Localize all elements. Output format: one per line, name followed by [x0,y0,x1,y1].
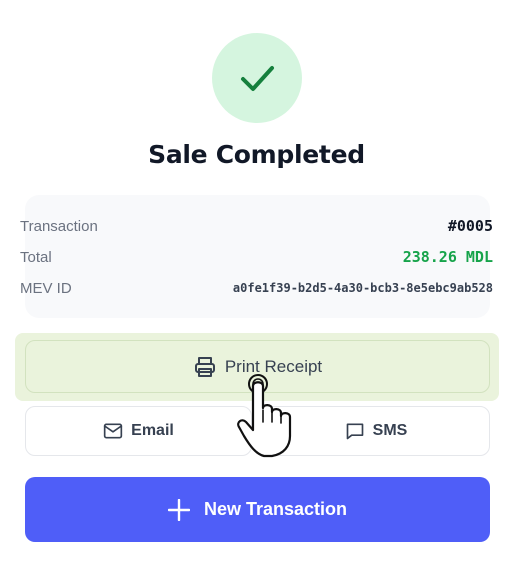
success-badge [212,33,302,123]
printer-icon [193,355,217,379]
transaction-row: Transaction #0005 [20,215,493,237]
new-transaction-button[interactable]: New Transaction [25,477,490,542]
plus-icon [167,498,190,521]
mev-id-row: MEV ID a0fe1f39-b2d5-4a30-bcb3-8e5ebc9ab… [20,277,493,299]
sms-label: SMS [372,422,408,439]
total-label: Total [20,248,52,266]
transaction-label: Transaction [20,217,98,235]
total-row: Total 238.26 MDL [20,246,493,268]
hand-pointer-cursor-icon [236,374,298,460]
mail-icon [103,421,123,441]
transaction-number: #0005 [447,217,493,235]
email-button[interactable]: Email [25,406,252,456]
email-label: Email [131,422,174,439]
total-amount: 238.26 MDL [402,248,493,266]
page-title: Sale Completed [148,140,365,169]
mev-id-value: a0fe1f39-b2d5-4a30-bcb3-8e5ebc9ab528 [232,281,493,295]
new-transaction-label: New Transaction [203,499,348,519]
mev-id-label: MEV ID [20,279,72,297]
check-icon [235,56,279,100]
message-icon [345,421,365,441]
